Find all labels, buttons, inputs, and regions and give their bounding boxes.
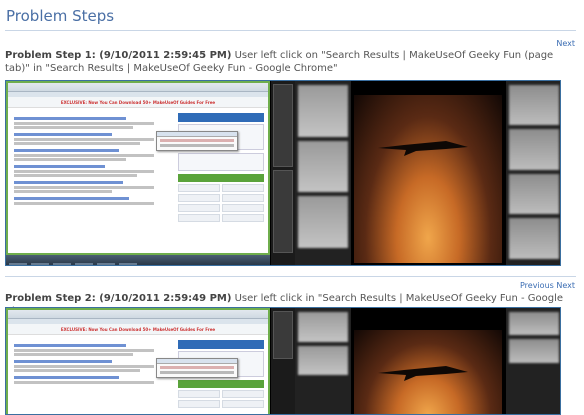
step-1-header: Problem Step 1: (9/10/2011 2:59:45 PM) U… xyxy=(5,49,570,75)
recorder-popup xyxy=(156,131,238,151)
previous-link[interactable]: Previous xyxy=(520,281,554,290)
step-2-nav: Previous Next xyxy=(520,281,575,290)
windows-taskbar xyxy=(6,255,270,265)
site-banner: EXCLUSIVE: Now You Can Download 50+ Make… xyxy=(8,97,268,108)
step-1-screenshot: EXCLUSIVE: Now You Can Download 50+ Make… xyxy=(5,80,561,266)
wallpaper-image xyxy=(354,95,502,263)
step-2-title: Problem Step 2: (9/10/2011 2:59:49 PM) xyxy=(5,293,232,304)
site-sidebar xyxy=(178,113,264,222)
step-1-title: Problem Step 1: (9/10/2011 2:59:45 PM) xyxy=(5,50,232,61)
next-link-2[interactable]: Next xyxy=(556,281,575,290)
concorde-icon xyxy=(378,141,468,156)
banner-text: EXCLUSIVE: Now You Can Download 50+ Make… xyxy=(60,99,216,105)
blurred-column xyxy=(295,81,351,265)
side-panel xyxy=(271,81,295,265)
step-2-screenshot: EXCLUSIVE: Now You Can Download 50+ Make… xyxy=(5,307,561,415)
blurred-right-column-2 xyxy=(506,308,560,414)
blurred-column-2 xyxy=(295,308,351,414)
browser-titlebar xyxy=(8,83,268,92)
concorde-icon-2 xyxy=(378,366,468,381)
blurred-right-column xyxy=(506,81,560,265)
step-divider xyxy=(5,276,576,277)
side-panel-2 xyxy=(271,308,295,414)
wallpaper-image-2 xyxy=(354,330,502,414)
title-divider xyxy=(5,30,576,31)
banner-text-2: EXCLUSIVE: Now You Can Download 50+ Make… xyxy=(60,326,216,332)
browser-window-2: EXCLUSIVE: Now You Can Download 50+ Make… xyxy=(6,308,270,414)
search-results xyxy=(14,113,154,206)
page-title: Problem Steps xyxy=(6,7,115,25)
next-link[interactable]: Next xyxy=(556,39,575,48)
browser-window: EXCLUSIVE: Now You Can Download 50+ Make… xyxy=(6,81,270,255)
recorder-popup-2 xyxy=(156,358,238,378)
